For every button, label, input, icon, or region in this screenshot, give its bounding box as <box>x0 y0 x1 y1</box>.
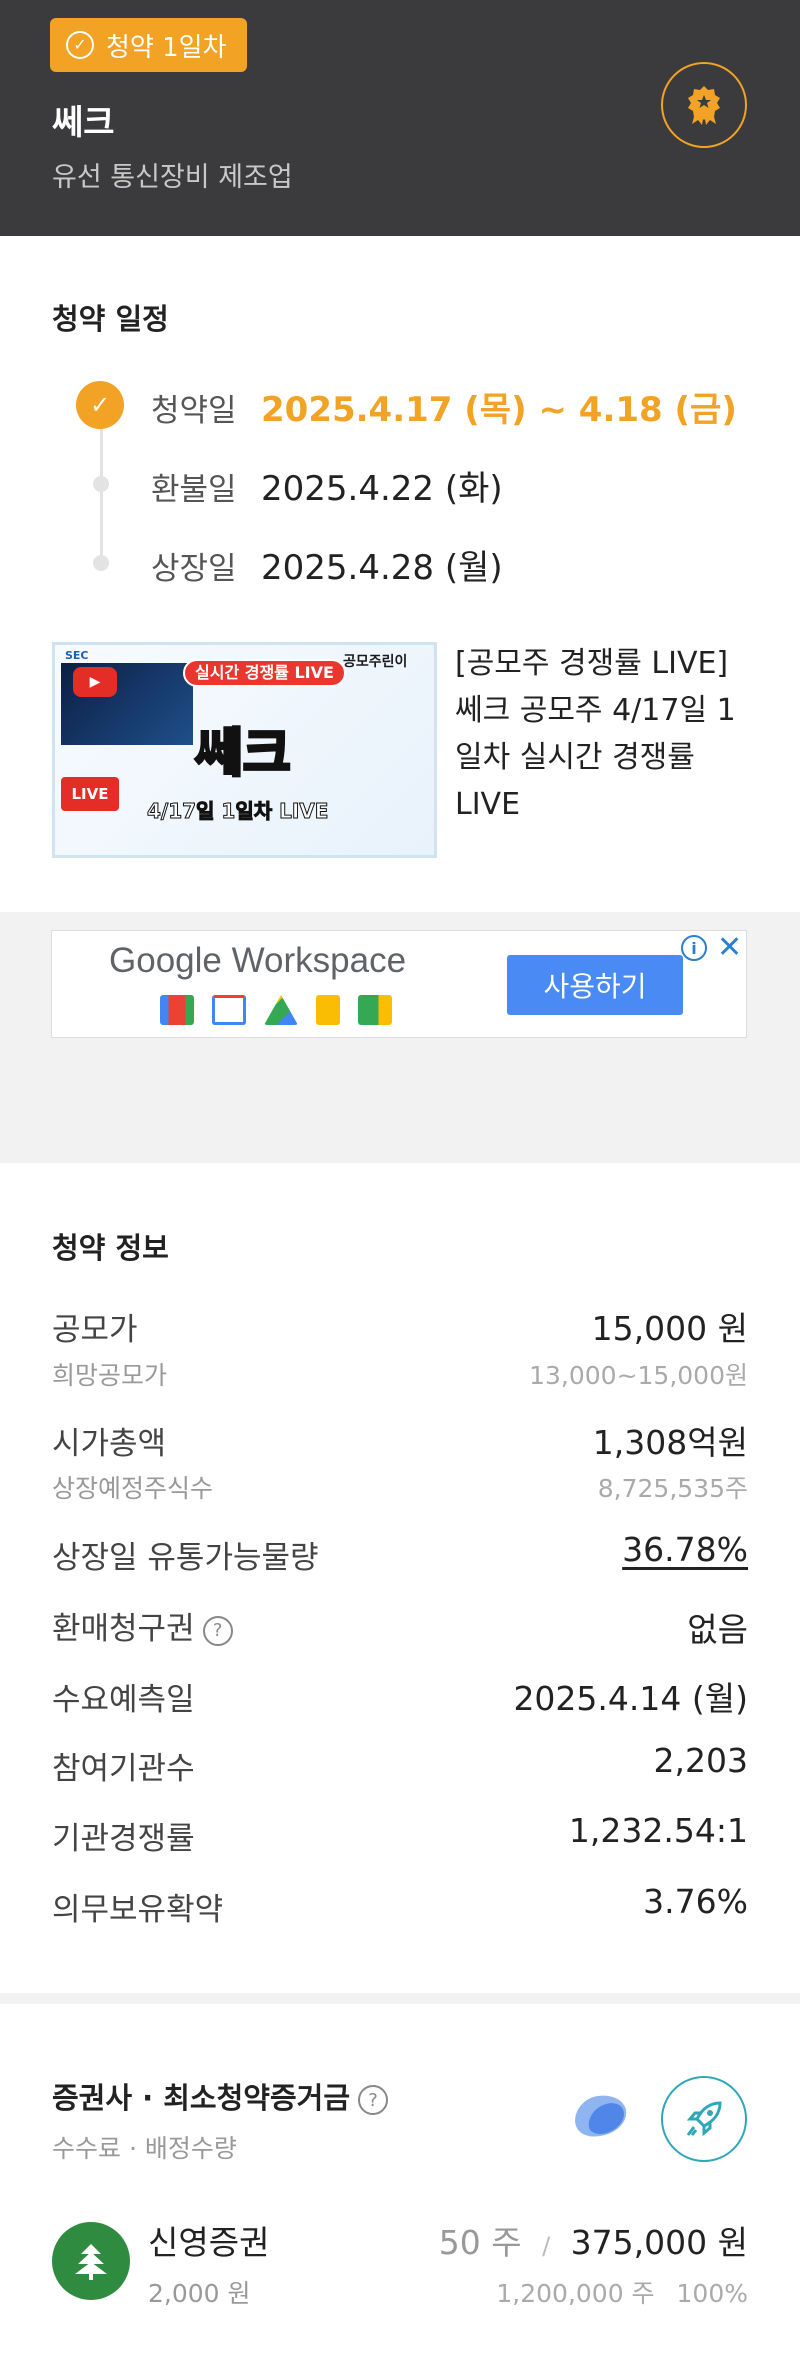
lockup-label: 의무보유확약 <box>52 1892 224 1928</box>
badge-label: 청약 1일차 <box>106 32 227 63</box>
ipo-info-section <box>0 1163 800 1993</box>
subscription-date-label: 청약일 <box>151 393 237 429</box>
workspace-apps-icons <box>160 995 392 1025</box>
market-cap-label: 시가총액 <box>52 1426 167 1462</box>
offer-price-value: 15,000 원 <box>591 1309 748 1348</box>
float-value-link[interactable]: 36.78% <box>622 1530 748 1569</box>
refund-date-label: 환불일 <box>151 472 237 508</box>
putback-row: 환매청구권? <box>52 1603 233 1648</box>
institutions-value: 2,203 <box>653 1741 748 1780</box>
demand-forecast-value: 2025.4.14 (월) <box>513 1679 748 1718</box>
youtube-play-icon: ▶ <box>73 667 117 697</box>
video-title-link[interactable]: [공모주 경쟁률 LIVE] 쎄크 공모주 4/17일 1일차 실시간 경쟁률 … <box>455 640 755 828</box>
broker-allotment-row: 1,200,000 주 100% <box>496 2274 748 2310</box>
float-label: 상장일 유통가능물량 <box>52 1540 319 1576</box>
gmail-icon <box>160 995 194 1025</box>
ad-info-icon[interactable]: i <box>681 935 707 961</box>
thumbnail-banner: 실시간 경쟁률 LIVE <box>183 659 346 687</box>
blob-icon[interactable] <box>572 2092 628 2138</box>
competition-value: 1,232.54:1 <box>568 1811 748 1850</box>
broker-logo-tree-icon <box>52 2222 130 2300</box>
google-workspace-logo: Google Workspace <box>109 941 406 981</box>
thumbnail-channel: 공모주린이 <box>343 654 408 670</box>
broker-fee: 2,000 원 <box>148 2279 251 2308</box>
ad-banner[interactable]: Google Workspace 사용하기 i ✕ <box>51 930 747 1038</box>
company-name: 쎄크 <box>52 103 115 143</box>
separator: / <box>542 2232 551 2260</box>
listing-date-label: 상장일 <box>151 551 237 587</box>
help-icon[interactable]: ? <box>202 1615 233 1646</box>
meet-icon <box>358 995 392 1025</box>
allotted-shares: 1,200,000 주 <box>496 2279 655 2308</box>
tree-icon <box>75 2244 107 2280</box>
video-thumbnail[interactable]: SEC ▶ 실시간 경쟁률 LIVE 공모주린이 쎄크 LIVE 4/17일 1… <box>52 642 437 858</box>
broker-section <box>0 2004 800 2366</box>
timeline-check-icon: ✓ <box>76 381 124 429</box>
min-shares: 50 주 <box>438 2223 522 2262</box>
calendar-icon <box>212 995 246 1025</box>
listing-date: 2025.4.28 (월) <box>261 548 503 588</box>
info-title: 청약 정보 <box>52 1231 169 1265</box>
institutions-label: 참여기관수 <box>52 1751 195 1787</box>
broker-min-row: 50 주 / 375,000 원 <box>439 2216 748 2264</box>
listed-shares-label: 상장예정주식수 <box>52 1474 214 1503</box>
offer-price-label: 공모가 <box>52 1312 138 1348</box>
rocket-icon <box>686 2101 722 2137</box>
ad-close-icon[interactable]: ✕ <box>717 931 742 965</box>
subscription-day-badge: ✓ 청약 1일차 <box>50 18 247 72</box>
allotment-ratio: 100% <box>676 2279 748 2308</box>
help-icon[interactable]: ? <box>358 2085 389 2115</box>
timeline-dot <box>93 476 109 492</box>
listed-shares-value: 8,725,535주 <box>597 1474 748 1503</box>
thumbnail-subtitle: 4/17일 1일차 LIVE <box>146 799 329 824</box>
ad-cta-button[interactable]: 사용하기 <box>507 955 683 1015</box>
docs-icon <box>316 995 340 1025</box>
timeline-dot <box>93 555 109 571</box>
broker-name[interactable]: 신영증권 <box>148 2216 269 2264</box>
ad-brand-workspace: Workspace <box>231 941 407 980</box>
company-industry: 유선 통신장비 제조업 <box>52 162 293 193</box>
award-ribbon-icon <box>688 86 720 125</box>
lockup-value: 3.76% <box>643 1882 748 1921</box>
min-deposit: 375,000 원 <box>570 2223 748 2262</box>
thumbnail-company: 쎄크 <box>194 723 293 786</box>
refund-date: 2025.4.22 (화) <box>261 469 503 509</box>
desired-price-label: 희망공모가 <box>52 1361 168 1390</box>
ipo-header: ✓ 청약 1일차 쎄크 유선 통신장비 제조업 <box>0 0 800 236</box>
ad-brand-google: Google <box>109 941 222 980</box>
subscription-date: 2025.4.17 (목) ~ 4.18 (금) <box>261 390 737 430</box>
drive-icon <box>264 995 298 1025</box>
sec-logo: SEC <box>65 649 89 662</box>
desired-price-value: 13,000~15,000원 <box>529 1361 748 1390</box>
putback-label: 환매청구권 <box>52 1611 195 1647</box>
broker-title-row: 증권사 · 최소청약증거금? <box>52 2075 389 2117</box>
broker-subtitle: 수수료 · 배정수량 <box>52 2134 237 2163</box>
award-button[interactable] <box>661 62 747 148</box>
putback-value: 없음 <box>687 1610 748 1649</box>
rocket-button[interactable] <box>661 2076 747 2162</box>
live-camera-icon: LIVE <box>61 777 119 811</box>
check-circle-icon: ✓ <box>66 31 94 59</box>
broker-title: 증권사 · 최소청약증거금 <box>52 2081 351 2115</box>
competition-label: 기관경쟁률 <box>52 1821 195 1857</box>
demand-forecast-label: 수요예측일 <box>52 1682 195 1718</box>
schedule-title: 청약 일정 <box>52 302 169 336</box>
market-cap-value: 1,308억원 <box>592 1423 748 1462</box>
